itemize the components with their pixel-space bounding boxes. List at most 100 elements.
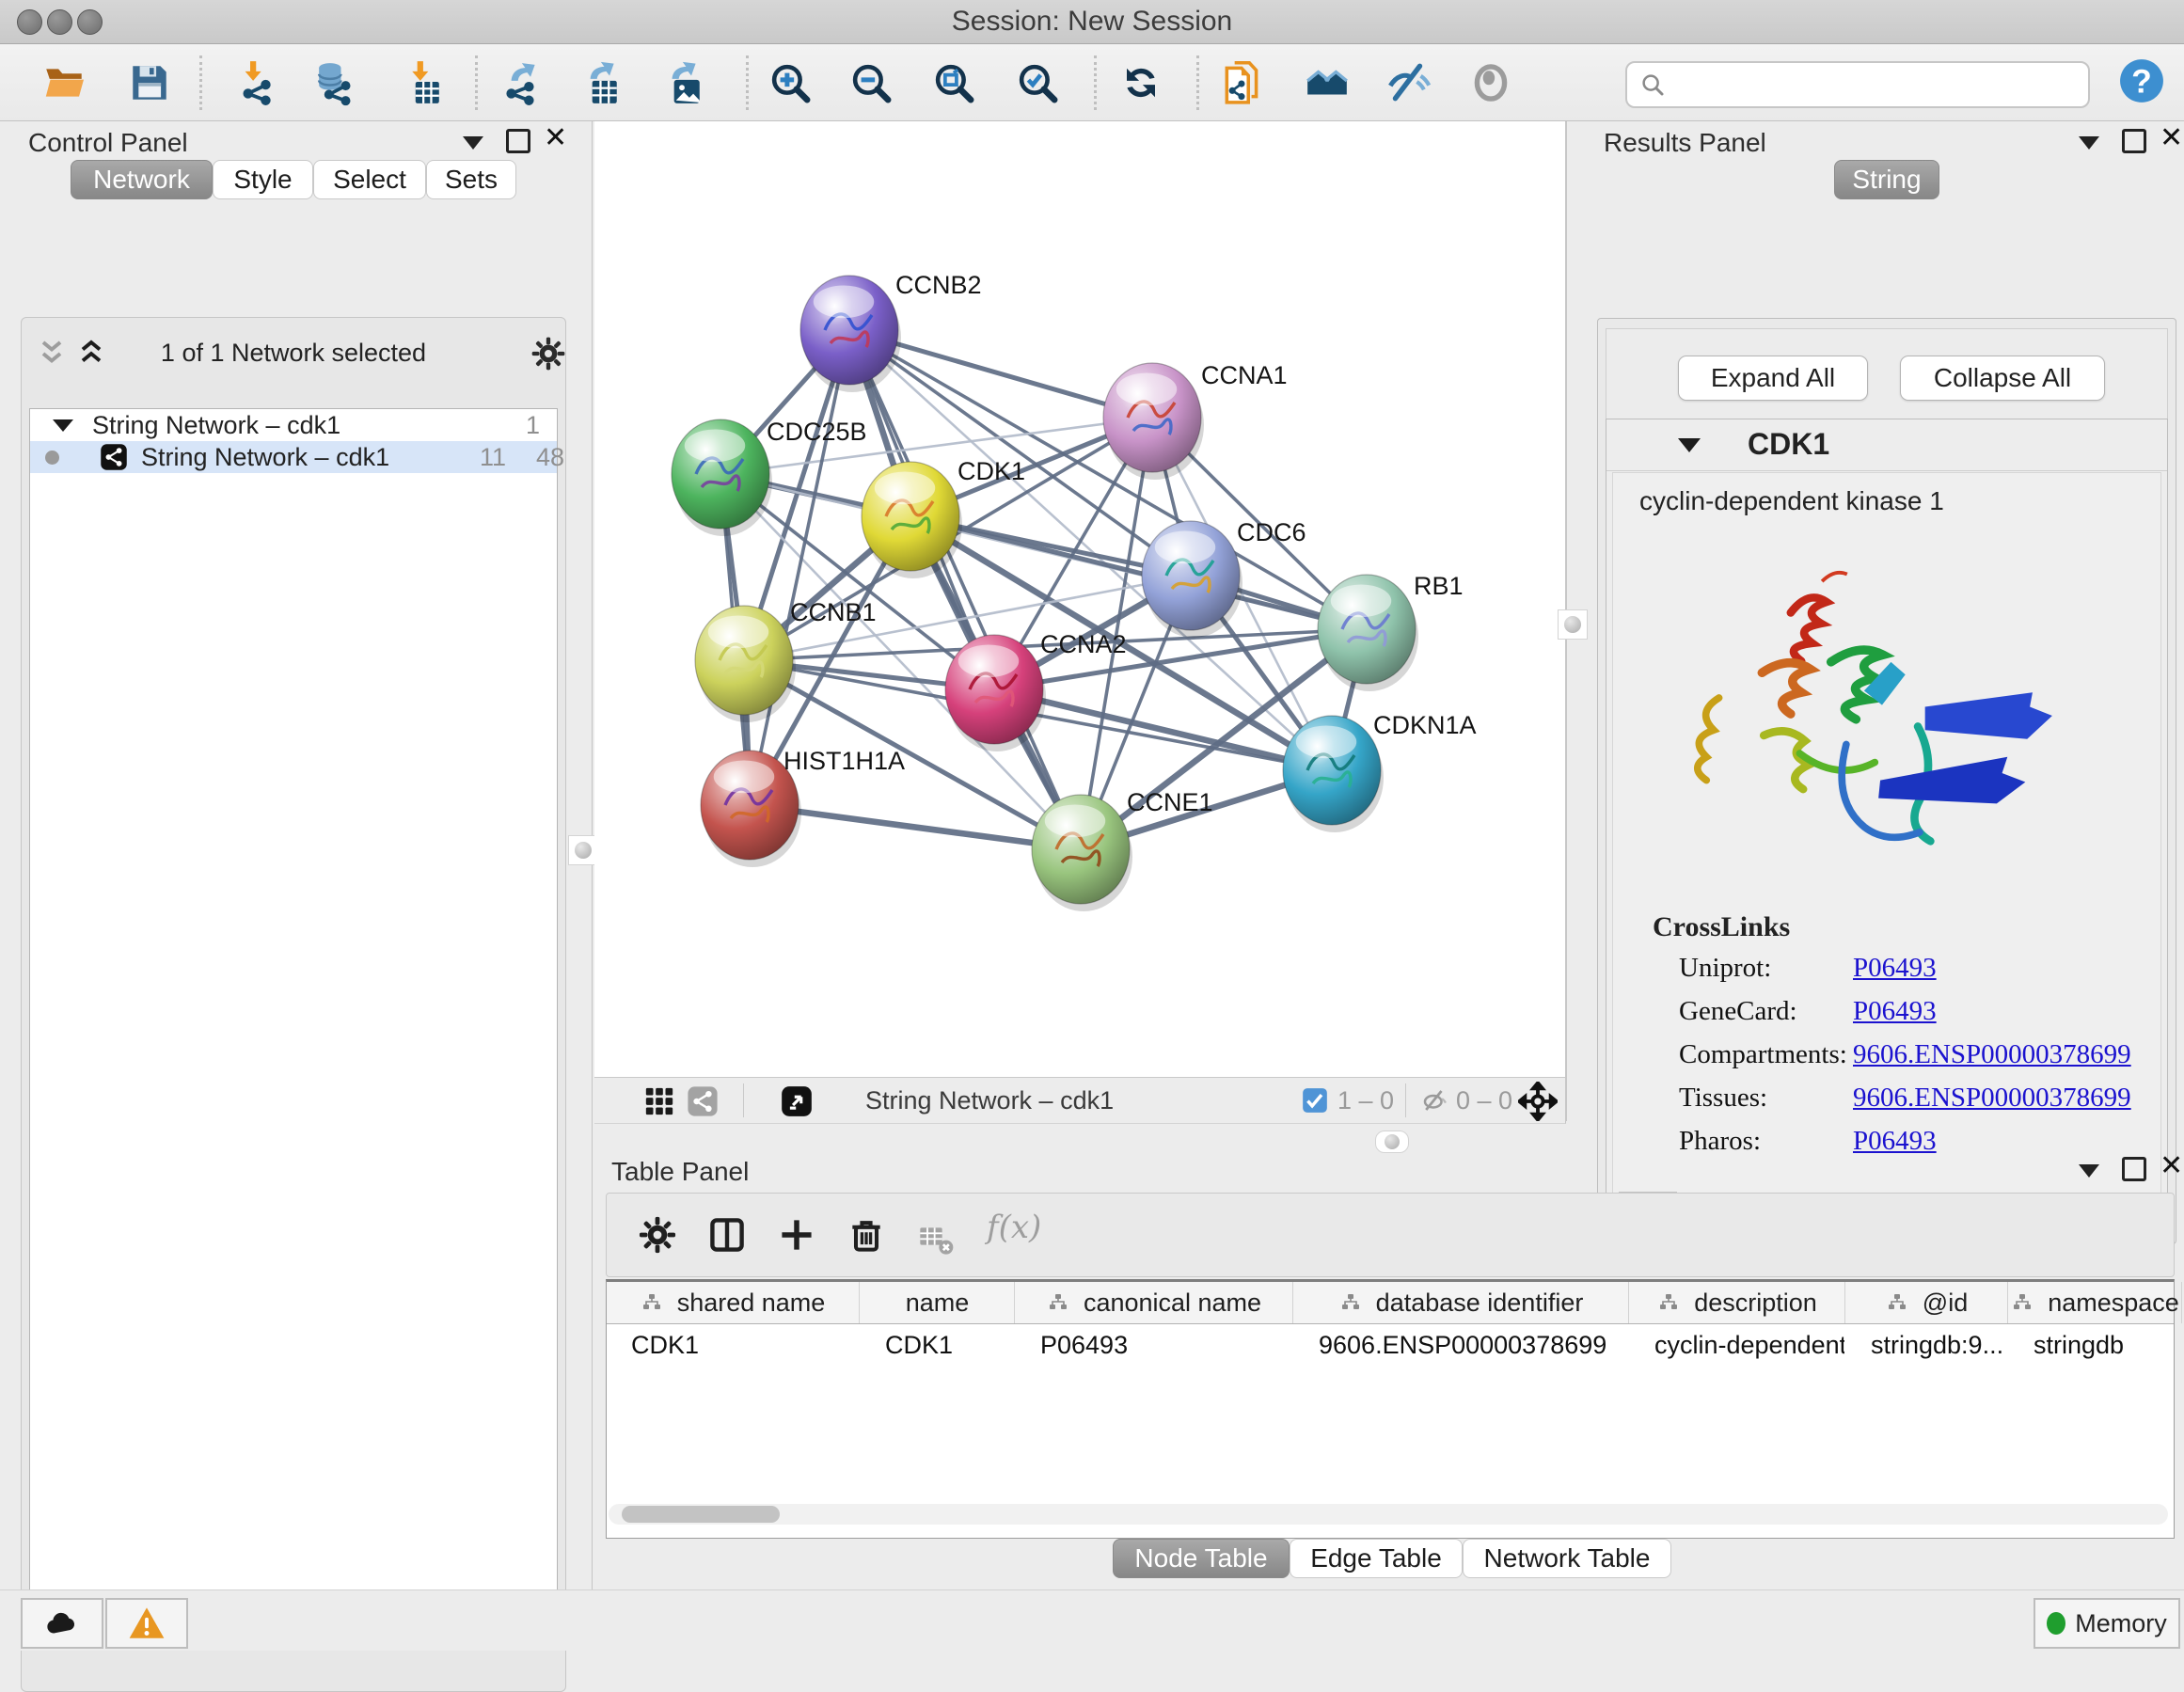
network-node-CCNB2[interactable] [800,276,901,392]
zoom-fit-content-icon[interactable] [930,59,977,106]
network-node-CDC6[interactable] [1142,521,1242,638]
search-input[interactable] [1676,65,2075,101]
memory-status-icon [2047,1612,2065,1635]
table-panel-float-icon[interactable] [2122,1157,2146,1181]
tab-edge-table[interactable]: Edge Table [1290,1539,1463,1578]
refresh-icon[interactable] [1117,59,1164,106]
table-cell[interactable]: CDK1 [861,1325,1014,1365]
table-cell[interactable]: stringdb [2009,1325,2181,1365]
network-row-selected[interactable]: String Network – cdk1 11 48 [30,441,557,473]
tab-style[interactable]: Style [213,160,313,199]
node-label-CDC25B: CDC25B [767,418,867,446]
column-header-canonical-name[interactable]: canonical name [1016,1282,1293,1323]
show-all-icon[interactable] [1467,59,1514,106]
control-panel: Control Panel ✕ Network Style Select Set… [0,121,593,1589]
tab-node-table[interactable]: Node Table [1113,1539,1290,1578]
import-network-from-database-icon[interactable] [310,59,357,106]
gene-expander-icon[interactable] [1678,438,1701,452]
node-label-RB1: RB1 [1414,572,1464,600]
network-canvas[interactable]: CCNB2CCNA1CDC25BCDK1CDC6RB1CCNB1CCNA2CDK… [594,121,1566,1077]
crosslink-link[interactable]: P06493 [1853,1126,1937,1157]
table-hscrollbar-thumb[interactable] [622,1506,780,1523]
column-header-label: shared name [677,1289,826,1318]
column-header-shared-name[interactable]: shared name [607,1282,860,1323]
column-header-namespace[interactable]: namespace [2009,1282,2182,1323]
column-header--id[interactable]: @id [1846,1282,2008,1323]
import-network-from-file-icon[interactable] [231,59,278,106]
network-edge-HIST1H1A-CCNB2[interactable] [750,330,849,805]
crosslink-link[interactable]: 9606.ENSP00000378699 [1853,1039,2131,1070]
network-node-CCNE1[interactable] [1032,795,1132,911]
table-cell[interactable]: stringdb:9... [1846,1325,2007,1365]
crosslink-link[interactable]: 9606.ENSP00000378699 [1853,1083,2131,1114]
export-image-icon[interactable] [658,59,705,106]
export-network-icon[interactable] [497,59,544,106]
collection-count: 1 [526,409,540,441]
selected-checkbox-icon[interactable] [1302,1087,1328,1114]
column-header-database-identifier[interactable]: database identifier [1294,1282,1629,1323]
network-node-CDKN1A[interactable] [1283,716,1384,832]
delete-table-icon [917,1220,955,1257]
warning-button[interactable] [105,1598,188,1649]
show-columns-icon[interactable] [706,1214,748,1256]
cloud-button[interactable] [21,1598,103,1649]
first-neighbors-icon[interactable] [1304,59,1351,106]
expand-all-button[interactable]: Expand All [1678,356,1868,401]
tab-select[interactable]: Select [313,160,426,199]
network-collection-row[interactable]: String Network – cdk1 1 [30,409,557,441]
horizontal-splitter-handle[interactable] [1375,1131,1409,1153]
export-table-icon[interactable] [576,59,623,106]
gene-section-header[interactable]: CDK1 [1606,419,2167,471]
network-node-CDC25B[interactable] [672,419,772,536]
network-node-CDK1[interactable] [862,462,962,578]
collection-expander-icon[interactable] [53,419,73,432]
tab-network-table[interactable]: Network Table [1463,1539,1671,1578]
node-label-CDC6: CDC6 [1237,518,1306,546]
crosslink-link[interactable]: P06493 [1853,953,1937,984]
hide-selected-icon[interactable] [1385,59,1432,106]
tab-string[interactable]: String [1834,160,1939,199]
network-node-CCNA2[interactable] [945,635,1046,751]
svg-text:?: ? [2131,63,2152,101]
import-table-from-file-icon[interactable] [397,59,444,106]
network-graph[interactable]: CCNB2CCNA1CDC25BCDK1CDC6RB1CCNB1CCNA2CDK… [594,121,1565,1077]
network-options-gear-icon[interactable] [530,335,567,372]
control-panel-close-icon[interactable]: ✕ [544,129,567,148]
table-options-gear-icon[interactable] [637,1214,678,1256]
results-panel-float-icon[interactable] [2122,129,2146,153]
add-column-icon[interactable] [776,1214,817,1256]
network-type-icon [100,443,128,471]
save-session-icon[interactable] [126,59,173,106]
results-panel-close-icon[interactable]: ✕ [2160,129,2183,148]
grid-view-icon[interactable] [643,1085,675,1117]
column-header-description[interactable]: description [1630,1282,1845,1323]
network-node-CCNA1[interactable] [1103,363,1204,480]
crosslink-link[interactable]: P06493 [1853,996,1937,1027]
new-network-from-selection-icon[interactable] [1219,59,1266,106]
results-panel-menu-icon[interactable] [2079,136,2099,150]
table-cell[interactable]: cyclin-dependent ... [1630,1325,1844,1365]
column-header-name[interactable]: name [861,1282,1015,1323]
zoom-selected-icon[interactable] [1014,59,1061,106]
open-session-icon[interactable] [41,59,88,106]
tab-network[interactable]: Network [71,160,213,199]
memory-button[interactable]: Memory [2034,1598,2180,1649]
table-panel-menu-icon[interactable] [2079,1164,2099,1178]
collapse-all-button[interactable]: Collapse All [1900,356,2105,401]
control-panel-float-icon[interactable] [506,129,530,153]
table-cell[interactable]: CDK1 [607,1325,859,1365]
birdseye-navigator-icon[interactable] [1518,1082,1558,1121]
table-cell[interactable]: 9606.ENSP00000378699 [1294,1325,1628,1365]
tab-sets[interactable]: Sets [426,160,516,199]
network-view-icon[interactable] [687,1085,719,1117]
zoom-out-icon[interactable] [847,59,894,106]
network-node-CCNB1[interactable] [695,606,796,722]
network-node-RB1[interactable] [1318,575,1418,691]
detach-view-icon[interactable] [779,1083,815,1119]
help-icon[interactable]: ? [2118,57,2165,104]
control-panel-menu-icon[interactable] [463,136,483,150]
zoom-in-icon[interactable] [767,59,814,106]
table-cell[interactable]: P06493 [1016,1325,1292,1365]
delete-column-trash-icon[interactable] [846,1214,887,1256]
table-panel-close-icon[interactable]: ✕ [2160,1157,2183,1176]
